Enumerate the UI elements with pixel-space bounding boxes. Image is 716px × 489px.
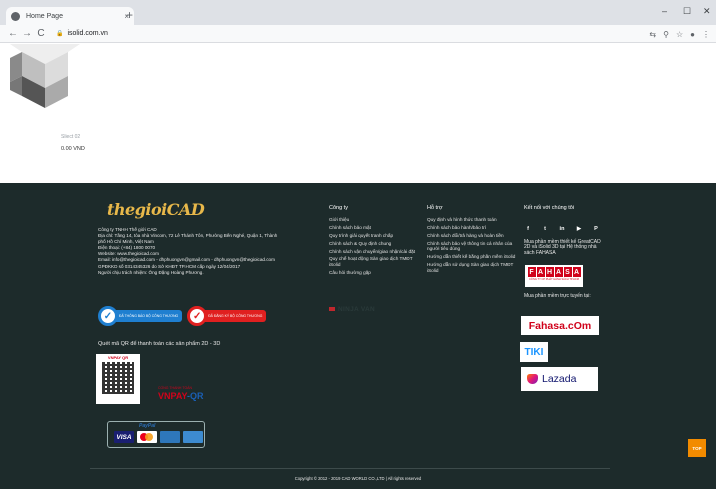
- company-info: Công ty TNHH Thế giới CAD Địa chỉ: Tầng …: [98, 227, 283, 276]
- fahasa-letter: F: [527, 267, 536, 277]
- tab-title: Home Page: [26, 12, 63, 20]
- lock-icon: 🔒: [56, 31, 64, 37]
- thegioicad-logo[interactable]: thegioiCAD: [107, 200, 205, 219]
- fahasa-com-logo[interactable]: Fahasa.cOm: [521, 316, 599, 335]
- browser-tab[interactable]: Home Page ×: [6, 7, 134, 25]
- link-operating-regulations[interactable]: Quy chế hoạt động Sàn giao dịch TMĐT iSo…: [329, 256, 419, 267]
- link-warranty-policy[interactable]: Chính sách bảo hành/bảo trì: [427, 225, 517, 231]
- link-privacy-policy[interactable]: Chính sách bảo mật: [329, 225, 419, 231]
- maximize-button[interactable]: ☐: [683, 6, 691, 17]
- fahasa-letter: H: [545, 267, 554, 277]
- reload-button[interactable]: C: [34, 25, 48, 43]
- back-button[interactable]: ←: [6, 25, 20, 43]
- pinterest-icon[interactable]: P: [591, 224, 601, 234]
- product-price: 0.00 VND: [61, 146, 85, 152]
- notified-badge[interactable]: ✓ ĐÃ THÔNG BÁO BỘ CÔNG THƯƠNG: [98, 306, 183, 326]
- link-dispute-resolution[interactable]: Quy trình giải quyết tranh chấp: [329, 233, 419, 239]
- profile-icon[interactable]: ●: [690, 30, 695, 39]
- new-tab-button[interactable]: +: [126, 9, 133, 21]
- product-name[interactable]: Sliect 02: [61, 134, 80, 140]
- link-faq[interactable]: Câu hỏi thường gặp: [329, 270, 419, 276]
- link-isolid-design-guide[interactable]: Hướng dẫn thiết kế bằng phần mềm iSolid: [427, 254, 517, 260]
- menu-icon[interactable]: ⋮: [702, 30, 710, 39]
- link-return-policy[interactable]: Chính sách đổi/trả hàng và hoàn tiền: [427, 233, 517, 239]
- registered-badge[interactable]: ✓ ĐÃ ĐĂNG KÝ BỘ CÔNG THƯƠNG: [187, 306, 267, 326]
- url-text: isolid.com.vn: [67, 30, 108, 37]
- close-window-button[interactable]: ✕: [703, 6, 711, 17]
- youtube-icon[interactable]: ▶: [574, 224, 584, 234]
- lazada-heart-icon: [527, 374, 538, 384]
- social-links: f t in ▶ P: [523, 224, 601, 234]
- copyright: Copyright © 2012 - 2019 CAD WORLD CO.,LT…: [294, 476, 422, 481]
- facebook-icon[interactable]: f: [523, 224, 533, 234]
- company-representative: Người chịu trách nhiệm: Ông Đặng Hoàng P…: [98, 269, 204, 275]
- ninjavan-logo: NINJA VAN: [329, 306, 375, 313]
- product-image[interactable]: [10, 44, 80, 110]
- support-column-title: Hỗ trợ: [427, 205, 443, 211]
- fahasa-label: Mua phần mềm thiết kế GreatCAD 2D và iSo…: [524, 239, 601, 256]
- back-to-top-button[interactable]: TOP: [688, 439, 706, 457]
- footer: thegioiCAD Công ty TNHH Thế giới CAD Địa…: [0, 183, 716, 489]
- twitter-icon[interactable]: t: [540, 224, 550, 234]
- link-marketplace-guide[interactable]: Hướng dẫn sử dụng Sàn giao dịch TMĐT iSo…: [427, 262, 517, 273]
- vnpay-caption: CỔNG THANH TOÁN: [158, 386, 193, 390]
- product-area: [0, 44, 716, 183]
- vnpay-logo: VNPAY-QR: [158, 391, 204, 401]
- vnpay-qr-code: VNPAY QR: [96, 354, 140, 404]
- lazada-logo[interactable]: Lazada: [521, 367, 598, 391]
- fahasa-letter: A: [572, 267, 581, 277]
- company-column-title: Công ty: [329, 205, 348, 211]
- link-general-policy[interactable]: Chính sách & Quy định chung: [329, 241, 419, 247]
- link-payment-methods[interactable]: Quy định và hình thức thanh toán: [427, 217, 517, 223]
- link-shipping-policy[interactable]: Chính sách vận chuyển/giao nhận/cài đặt: [329, 249, 419, 255]
- notified-badge-label: ĐÃ THÔNG BÁO BỘ CÔNG THƯƠNG: [115, 310, 183, 322]
- vnpay-logo-qr: -QR: [187, 391, 204, 401]
- address-bar[interactable]: 🔒 isolid.com.vn: [56, 30, 108, 37]
- zoom-icon[interactable]: ⚲: [663, 30, 669, 39]
- globe-icon: [11, 11, 20, 21]
- amex-card-icon: [160, 431, 180, 443]
- payment-methods: PayPal VISA: [107, 421, 205, 448]
- online-store-label: Mua phần mềm trực tuyến tại:: [524, 293, 591, 299]
- link-data-protection[interactable]: Chính sách bảo vệ thông tin cá nhân của …: [427, 241, 517, 252]
- fahasa-logo[interactable]: F A H A S A CÔNG TY CP PHÁT HÀNH SÁCH TP…: [525, 265, 583, 287]
- registered-badge-label: ĐÃ ĐĂNG KÝ BỘ CÔNG THƯƠNG: [204, 310, 267, 322]
- fahasa-letter: A: [554, 267, 563, 277]
- fahasa-subtitle: CÔNG TY CP PHÁT HÀNH SÁCH TP.HCM: [529, 278, 579, 281]
- lazada-text: Lazada: [542, 373, 577, 385]
- toolbar-actions: ⇆ ⚲ ☆ ● ⋮: [649, 25, 710, 43]
- company-address: Địa chỉ: Tầng 14, tòa nhà Vincom, 72 Lê …: [98, 233, 278, 245]
- visa-card-icon: VISA: [114, 431, 134, 443]
- ministry-badges: ✓ ĐÃ THÔNG BÁO BỘ CÔNG THƯƠNG ✓ ĐÃ ĐĂNG …: [98, 306, 267, 326]
- company-email: Email: info@thegioicad.com - dhphuongvn@…: [98, 257, 275, 263]
- fahasa-letter: S: [563, 267, 572, 277]
- qr-code-icon: [102, 362, 134, 394]
- browser-toolbar: ← → C 🔒 isolid.com.vn ⇆ ⚲ ☆ ● ⋮: [0, 25, 716, 43]
- link-about[interactable]: Giới thiệu: [329, 217, 419, 223]
- tiki-logo[interactable]: TIKI: [520, 342, 548, 362]
- qr-label: Quét mã QR để thanh toán các sản phẩm 2D…: [98, 341, 221, 347]
- minimize-button[interactable]: –: [662, 6, 667, 16]
- bookmark-star-icon[interactable]: ☆: [676, 30, 683, 39]
- company-links: Giới thiệu Chính sách bảo mật Quy trình …: [329, 217, 419, 278]
- ninjavan-icon: [329, 307, 335, 311]
- paypal-logo: PayPal: [139, 423, 156, 429]
- translate-icon[interactable]: ⇆: [649, 30, 656, 39]
- social-column-title: Kết nối với chúng tôi: [524, 205, 575, 211]
- forward-button[interactable]: →: [20, 25, 34, 43]
- qr-brand: VNPAY QR: [107, 355, 129, 360]
- vnpay-logo-text: VNPAY: [158, 391, 188, 401]
- bank-card-icon: [183, 431, 203, 443]
- footer-divider: [90, 468, 610, 469]
- fahasa-letter: A: [536, 267, 545, 277]
- linkedin-icon[interactable]: in: [557, 224, 567, 234]
- support-links: Quy định và hình thức thanh toán Chính s…: [427, 217, 517, 276]
- browser-tab-bar: Home Page × + – ☐ ✕: [0, 0, 716, 25]
- mastercard-icon: [137, 431, 157, 443]
- ninjavan-text: NINJA VAN: [338, 306, 376, 313]
